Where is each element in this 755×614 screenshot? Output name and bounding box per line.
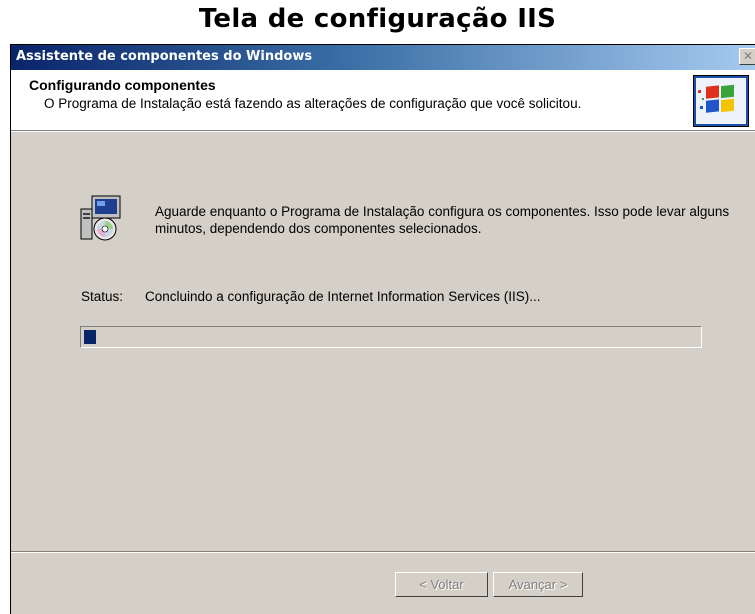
- progress-bar: [80, 326, 702, 348]
- header-subtitle: O Programa de Instalação está fazendo as…: [44, 96, 582, 111]
- status-text: Concluindo a configuração de Internet In…: [145, 289, 541, 304]
- close-icon: ✕: [742, 49, 754, 63]
- windows-logo-icon: [693, 75, 749, 127]
- header-divider: [11, 131, 755, 132]
- window-titlebar[interactable]: Assistente de componentes do Windows: [11, 45, 755, 70]
- next-button[interactable]: Avançar >: [493, 572, 583, 597]
- footer-divider-highlight: [11, 552, 755, 553]
- progress-fill: [84, 330, 96, 344]
- close-button[interactable]: ✕: [739, 48, 755, 65]
- header-title: Configurando componentes: [29, 77, 216, 93]
- status-row: Status: Concluindo a configuração de Inte…: [81, 289, 540, 304]
- computer-setup-cd-icon: [79, 195, 123, 241]
- back-button[interactable]: < Voltar: [395, 572, 488, 597]
- wizard-header: Configurando componentes O Programa de I…: [11, 70, 755, 131]
- info-message: Aguarde enquanto o Programa de Instalaçã…: [155, 204, 730, 236]
- status-label: Status:: [81, 289, 124, 304]
- setup-wizard-window: Assistente de componentes do Windows ✕ C…: [10, 44, 755, 614]
- window-title: Assistente de componentes do Windows: [16, 49, 313, 64]
- page-title: Tela de configuração IIS: [198, 4, 557, 34]
